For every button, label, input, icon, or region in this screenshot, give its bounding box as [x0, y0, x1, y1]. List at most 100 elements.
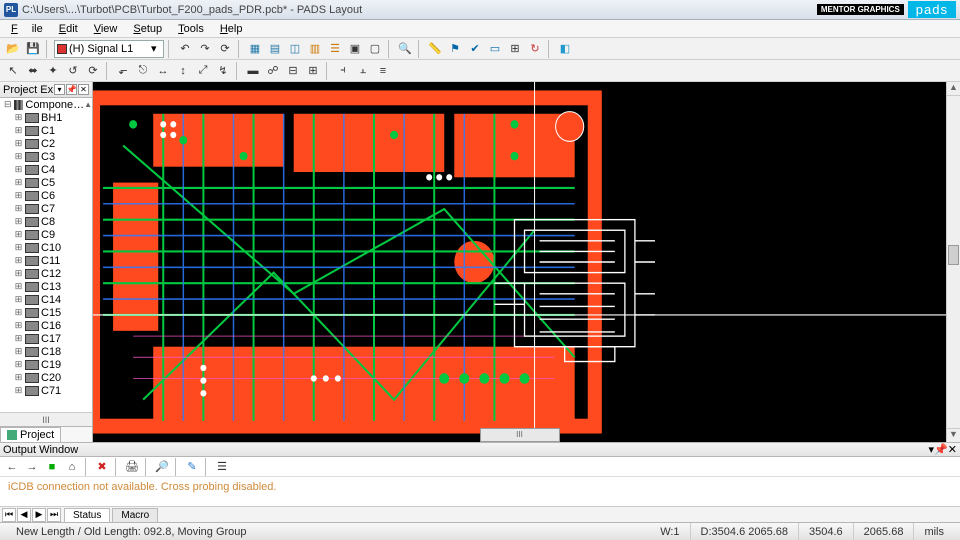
tree-item[interactable]: ⊞C71	[0, 384, 92, 397]
dim-v-icon[interactable]: ↕	[174, 62, 192, 80]
tree-item[interactable]: ⊞C2	[0, 137, 92, 150]
output-icon[interactable]: ▢	[366, 40, 384, 58]
align-r-icon[interactable]: ⫠	[354, 62, 372, 80]
select-icon[interactable]: ↖	[4, 62, 22, 80]
menu-help[interactable]: Help	[213, 22, 250, 36]
expand-icon[interactable]: ⊞	[14, 242, 23, 253]
pcb-canvas[interactable]: III	[93, 82, 946, 442]
display-icon[interactable]: ▭	[486, 40, 504, 58]
menu-tools[interactable]: Tools	[171, 22, 211, 36]
chevron-down-icon[interactable]: ▾	[151, 42, 157, 55]
tree-item[interactable]: ⊞C12	[0, 267, 92, 280]
tree-item[interactable]: ⊞BH1	[0, 111, 92, 124]
collapse-icon[interactable]: ⊟	[4, 99, 12, 110]
nav-back-icon[interactable]: ←	[3, 458, 21, 476]
align-l-icon[interactable]: ⫞	[334, 62, 352, 80]
menu-file[interactable]: File	[4, 22, 50, 36]
canvas-vscroll[interactable]: ▲ ▼	[946, 82, 960, 442]
open-icon[interactable]: 📂	[4, 40, 22, 58]
layers-icon[interactable]: ▥	[306, 40, 324, 58]
split-icon[interactable]: ⎋	[134, 62, 152, 80]
tab-status[interactable]: Status	[64, 508, 110, 522]
tree-root[interactable]: ⊟Compone…▲	[0, 98, 92, 111]
scroll-down-icon[interactable]: ▼	[947, 428, 960, 442]
measure-icon[interactable]: 📏	[426, 40, 444, 58]
menu-setup[interactable]: Setup	[126, 22, 169, 36]
output-close-icon[interactable]: ✕	[948, 443, 957, 456]
expand-icon[interactable]: ⊞	[14, 385, 23, 396]
expand-icon[interactable]: ⊞	[14, 190, 23, 201]
pin-icon[interactable]: 📌	[66, 84, 77, 95]
expand-icon[interactable]: ⊞	[14, 268, 23, 279]
tree-item[interactable]: ⊞C20	[0, 371, 92, 384]
tree-item[interactable]: ⊞C1	[0, 124, 92, 137]
tree-item[interactable]: ⊞C6	[0, 189, 92, 202]
scroll-up-icon[interactable]: ▲	[947, 82, 960, 96]
dim-a-icon[interactable]: ⤢	[194, 62, 212, 80]
find-icon[interactable]: 🔎	[153, 458, 171, 476]
expand-icon[interactable]: ⊞	[14, 112, 23, 123]
expand-icon[interactable]: ⊞	[14, 229, 23, 240]
expand-icon[interactable]: ⊞	[14, 138, 23, 149]
scroll-thumb[interactable]	[948, 245, 959, 265]
tile-icon[interactable]: ⊞	[506, 40, 524, 58]
expand-icon[interactable]: ⊞	[14, 255, 23, 266]
undo-icon[interactable]: ↶	[176, 40, 194, 58]
expand-icon[interactable]: ⊞	[14, 372, 23, 383]
tree-hscroll[interactable]: III	[0, 412, 92, 426]
tree-item[interactable]: ⊞C16	[0, 319, 92, 332]
tree-item[interactable]: ⊞C3	[0, 150, 92, 163]
tree-item[interactable]: ⊞C4	[0, 163, 92, 176]
expand-icon[interactable]: ⊞	[14, 151, 23, 162]
layout-icon[interactable]: ▦	[246, 40, 264, 58]
scroll-track[interactable]	[947, 96, 960, 428]
expand-icon[interactable]: ⊞	[14, 359, 23, 370]
component-tree[interactable]: ⊟Compone…▲⊞BH1⊞C1⊞C2⊞C3⊞C4⊞C5⊞C6⊞C7⊞C8⊞C…	[0, 98, 92, 412]
tab-next-icon[interactable]: ▶	[32, 508, 46, 522]
layer-combo-value[interactable]	[69, 43, 149, 55]
cam-icon[interactable]: ▣	[346, 40, 364, 58]
window-icon[interactable]: ◫	[286, 40, 304, 58]
tree-item[interactable]: ⊞C9	[0, 228, 92, 241]
tree-item[interactable]: ⊞C13	[0, 280, 92, 293]
expand-icon[interactable]: ⊞	[14, 164, 23, 175]
order-icon[interactable]: ≡	[374, 62, 392, 80]
tab-first-icon[interactable]: ⏮	[2, 508, 16, 522]
print-icon[interactable]: 🖨	[123, 458, 141, 476]
menu-view[interactable]: View	[87, 22, 125, 36]
save-icon[interactable]: 💾	[24, 40, 42, 58]
component-icon[interactable]: ▬	[244, 62, 262, 80]
net-icon[interactable]: ☍	[264, 62, 282, 80]
output-body[interactable]: iCDB connection not available. Cross pro…	[0, 477, 960, 506]
output-pin-icon[interactable]: 📌	[934, 443, 948, 456]
move-icon[interactable]: ⬌	[24, 62, 42, 80]
dropdown-icon[interactable]: ▾	[54, 84, 65, 95]
home-icon[interactable]: ⌂	[63, 458, 81, 476]
expand-icon[interactable]: ⊞	[14, 346, 23, 357]
expand-icon[interactable]: ⊞	[14, 333, 23, 344]
radial-icon[interactable]: ✦	[44, 62, 62, 80]
corner-icon[interactable]: ⬐	[114, 62, 132, 80]
stop-icon[interactable]: ■	[43, 458, 61, 476]
array-icon[interactable]: ⊞	[304, 62, 322, 80]
tree-item[interactable]: ⊞C10	[0, 241, 92, 254]
highlight-icon[interactable]: ⚑	[446, 40, 464, 58]
tree-item[interactable]: ⊞C7	[0, 202, 92, 215]
tab-last-icon[interactable]: ⏭	[47, 508, 61, 522]
canvas-hscroll[interactable]: III	[480, 428, 560, 442]
expand-icon[interactable]: ⊞	[14, 216, 23, 227]
list-icon[interactable]: ☰	[213, 458, 231, 476]
stack-icon[interactable]: ☰	[326, 40, 344, 58]
jog-icon[interactable]: ↯	[214, 62, 232, 80]
tree-item[interactable]: ⊞C17	[0, 332, 92, 345]
close-icon[interactable]: ✕	[78, 84, 89, 95]
rotate-icon[interactable]: ⟳	[84, 62, 102, 80]
expand-icon[interactable]: ⊞	[14, 203, 23, 214]
tree-item[interactable]: ⊞C18	[0, 345, 92, 358]
refresh-icon[interactable]: ↻	[526, 40, 544, 58]
tree-item[interactable]: ⊞C8	[0, 215, 92, 228]
expand-icon[interactable]: ⊞	[14, 294, 23, 305]
expand-icon[interactable]: ⊞	[14, 281, 23, 292]
board-icon[interactable]: ▤	[266, 40, 284, 58]
group-icon[interactable]: ⊟	[284, 62, 302, 80]
